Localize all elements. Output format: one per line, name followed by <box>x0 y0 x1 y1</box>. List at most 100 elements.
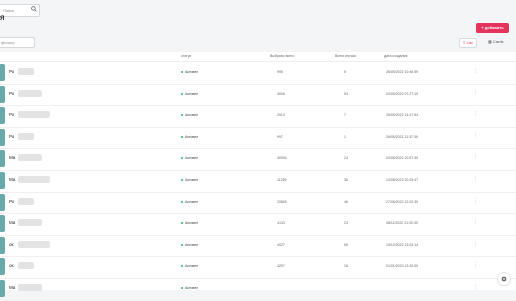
row-size: 995 <box>277 70 283 74</box>
row-name: ок <box>9 263 14 269</box>
row-thumbnail <box>0 258 5 276</box>
more-vertical-icon[interactable]: ⋮ <box>473 154 478 160</box>
gear-icon <box>501 276 507 282</box>
table-row[interactable]: ок Активен 4207 16 01/01/2023 13:32:00 ⋮ <box>0 256 516 279</box>
column-status[interactable]: статус <box>181 54 191 58</box>
status-dot <box>181 179 183 182</box>
row-thumbnail <box>0 280 5 297</box>
more-vertical-icon[interactable]: ⋮ <box>473 241 478 247</box>
filter-input[interactable]: фильтр <box>0 37 35 48</box>
table-row[interactable]: Ма Активен 11289 36 12/08/2022 20:23:47 ⋮ <box>0 170 516 193</box>
row-size: 4027 <box>277 242 285 247</box>
table-row[interactable]: Ма Активен 30900 24 02/06/2022 10:57:30 ⋮ <box>0 148 516 171</box>
row-date: 08/11/2022 21:20:30 <box>386 221 418 226</box>
status-dot <box>181 114 183 117</box>
row-size: 997 <box>277 134 283 139</box>
more-vertical-icon[interactable]: ⋮ <box>473 133 478 139</box>
more-vertical-icon[interactable]: ⋮ <box>473 198 478 204</box>
row-date: 19/12/2022 13:03:14 <box>386 242 419 247</box>
status-dot <box>181 222 183 225</box>
row-status: Активен <box>181 135 198 139</box>
row-date: 02/05/2022 07:27:19 <box>386 91 419 96</box>
status-dot <box>181 92 183 95</box>
table-row[interactable]: Ро Активен 20869 46 27/06/2022 12:02:30 ⋮ <box>0 192 516 215</box>
name-redaction <box>18 68 34 75</box>
status-dot <box>181 135 183 138</box>
more-vertical-icon[interactable]: ⋮ <box>473 111 478 117</box>
row-count: 24 <box>344 156 348 161</box>
row-count: 7 <box>344 113 346 118</box>
status-text: Активен <box>185 178 199 182</box>
status-text: Активен <box>185 134 199 139</box>
more-vertical-icon[interactable]: ⋮ <box>473 219 478 225</box>
row-date: 27/06/2022 12:02:30 <box>386 199 419 204</box>
row-size: 11289 <box>277 178 287 182</box>
row-count: 59 <box>344 242 348 247</box>
row-status: Активен <box>181 264 198 268</box>
table-row[interactable]: Ро Активен 997 1 26/05/2021 11:37:39 ⋮ <box>0 127 516 150</box>
row-name: Ма <box>9 177 16 182</box>
row-date: 26/05/2022 10:46:59 <box>386 70 419 74</box>
column-date[interactable]: дата создания <box>384 54 407 58</box>
row-name: Ро <box>9 69 15 74</box>
status-text: Активен <box>185 242 199 247</box>
row-name: Ро <box>9 90 15 96</box>
table-row[interactable]: Ро Активен 2013 7 26/05/2022 14:47:53 ⋮ <box>0 105 516 128</box>
name-redaction <box>18 197 34 205</box>
row-size: 3006 <box>277 91 285 96</box>
row-count: 16 <box>344 264 348 269</box>
name-redaction <box>18 154 42 162</box>
row-name: Ма <box>9 155 16 161</box>
row-thumbnail <box>0 64 5 81</box>
name-redaction <box>18 111 50 119</box>
card-view-button[interactable]: ▦ Cards <box>485 38 507 46</box>
search-placeholder: Поиск <box>3 8 15 13</box>
status-dot <box>181 287 183 290</box>
row-thumbnail <box>0 236 5 254</box>
row-size: 4133 <box>277 221 285 226</box>
table-row[interactable]: Ро Активен 995 5 26/05/2022 10:46:59 ⋮ <box>0 62 516 85</box>
settings-button[interactable] <box>498 273 510 285</box>
list-view-button[interactable]: ≡ List <box>459 38 477 48</box>
status-text: Активен <box>185 286 199 290</box>
status-text: Активен <box>185 199 199 204</box>
row-thumbnail <box>0 128 5 146</box>
row-thumbnail <box>0 107 5 125</box>
table-row[interactable]: ок Активен 4027 59 19/12/2022 13:03:14 ⋮ <box>0 235 516 258</box>
row-name: Ро <box>9 198 15 204</box>
table-row[interactable]: Ма Активен 4133 23 08/11/2022 21:20:30 ⋮ <box>0 213 516 236</box>
status-text: Активен <box>185 113 199 118</box>
more-vertical-icon[interactable]: ⋮ <box>473 176 478 182</box>
row-status: Активен <box>181 243 198 247</box>
row-date: 12/08/2022 20:23:47 <box>386 178 419 182</box>
search-icon[interactable] <box>31 6 37 12</box>
row-count: 23 <box>344 221 348 226</box>
more-vertical-icon[interactable]: ⋮ <box>473 284 478 290</box>
name-redaction <box>18 262 34 270</box>
row-thumbnail <box>0 150 5 168</box>
name-redaction <box>18 132 34 140</box>
status-dot <box>181 71 183 74</box>
row-status: Активен <box>181 178 198 182</box>
row-size: 4207 <box>277 264 285 269</box>
row-status: Активен <box>181 221 198 225</box>
column-size[interactable]: Выбрано всего <box>270 54 294 58</box>
table-row[interactable]: Ро Активен 3006 53 02/05/2022 07:27:19 ⋮ <box>0 84 516 107</box>
status-dot <box>181 243 183 246</box>
search-input[interactable]: Поиск <box>0 4 40 17</box>
name-redaction <box>18 219 42 227</box>
row-count: 53 <box>344 91 348 96</box>
more-vertical-icon[interactable]: ⋮ <box>473 90 478 96</box>
more-vertical-icon[interactable]: ⋮ <box>473 68 478 74</box>
data-table: статус Выбрано всего Всего игроки дата с… <box>0 52 516 301</box>
page-title: Я <box>0 16 5 22</box>
table-row[interactable]: Ма Активен ⋮ <box>0 278 516 301</box>
add-button[interactable]: + добавить <box>476 23 509 33</box>
row-size: 20869 <box>277 199 287 204</box>
column-inner[interactable]: Всего игроки <box>335 54 356 58</box>
row-status: Активен <box>181 156 198 160</box>
status-dot <box>181 200 183 203</box>
more-vertical-icon[interactable]: ⋮ <box>473 262 478 268</box>
row-count: 5 <box>344 70 346 74</box>
table-header: статус Выбрано всего Всего игроки дата с… <box>0 52 516 62</box>
